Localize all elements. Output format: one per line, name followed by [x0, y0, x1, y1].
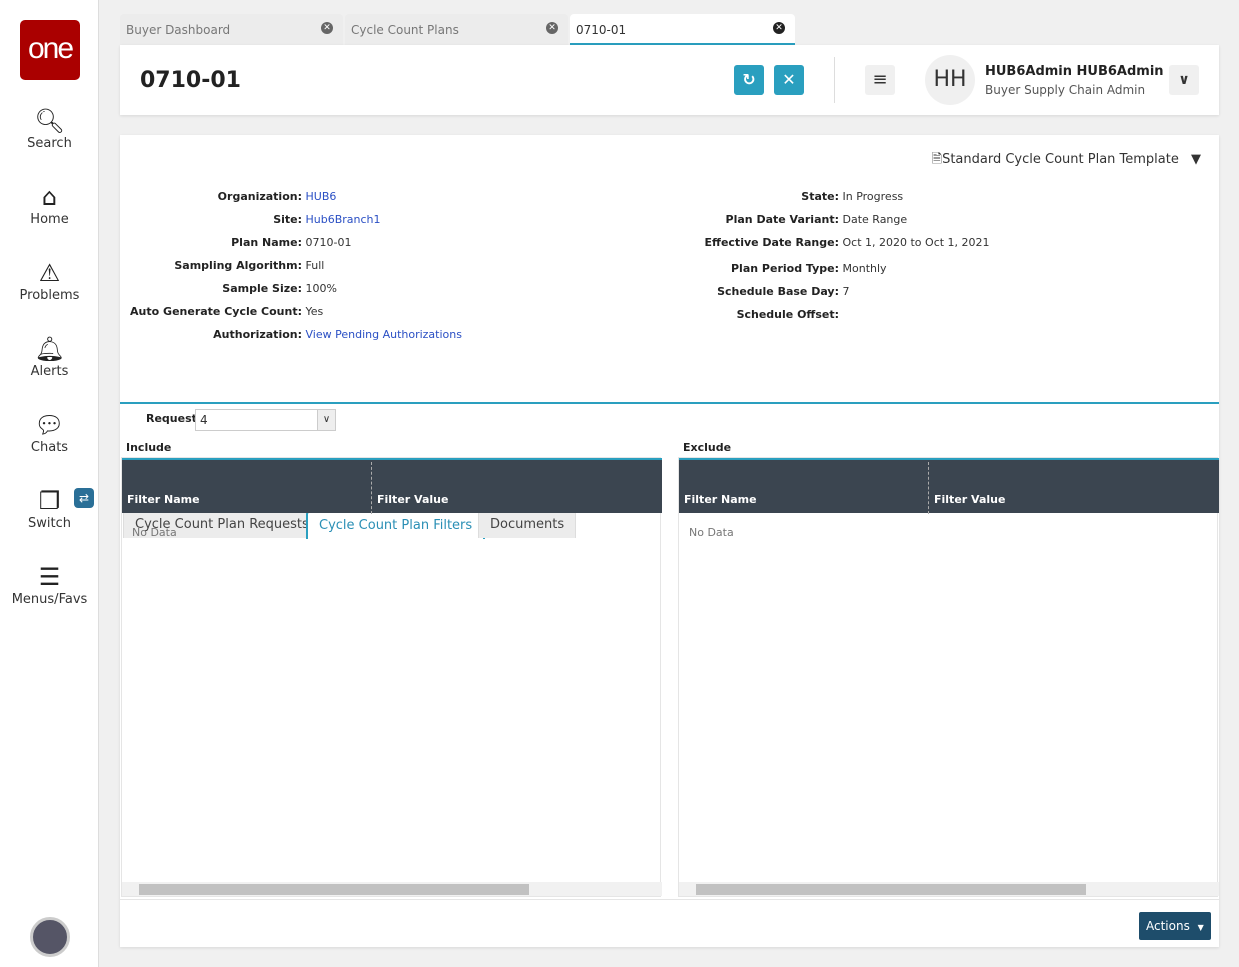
request-value: 4	[200, 413, 208, 427]
user-role: Buyer Supply Chain Admin	[985, 83, 1146, 97]
col-filter-value[interactable]: Filter Value	[377, 493, 448, 506]
col-divider	[928, 462, 929, 514]
search-icon: 🔍︎	[34, 107, 65, 135]
caret-down-icon: ▼	[1191, 152, 1201, 167]
divider	[834, 57, 835, 103]
chat-icon: 💬︎	[34, 411, 65, 439]
avatar[interactable]: HH	[925, 55, 975, 105]
menu-icon: ☰	[38, 563, 61, 591]
nav-menus-favs[interactable]: ☰ Menus/Favs	[0, 562, 99, 607]
scroll-thumb[interactable]	[696, 884, 1086, 895]
field-label: Authorization:	[213, 328, 302, 341]
nav-search[interactable]: 🔍︎ Search	[0, 106, 99, 151]
field-value[interactable]: View Pending Authorizations	[306, 328, 462, 341]
col-divider	[371, 462, 372, 514]
field-label: Plan Period Type:	[731, 262, 839, 275]
field-label: Effective Date Range:	[704, 236, 839, 249]
tab-cycle-count-plans[interactable]: Cycle Count Plans ✕	[345, 14, 568, 45]
template-selector[interactable]: 🗎︎Standard Cycle Count Plan Template ▼	[932, 150, 1201, 172]
grid-header: Filter Name Filter Value	[122, 458, 662, 514]
col-filter-value[interactable]: Filter Value	[934, 493, 1005, 506]
field-row: State: In Progress	[120, 190, 903, 203]
field-label: Plan Date Variant:	[725, 213, 839, 226]
field-row: Schedule Offset:	[120, 308, 839, 321]
scroll-thumb[interactable]	[139, 884, 529, 895]
switch-badge-icon: ⇄	[74, 488, 94, 508]
tab-label: Cycle Count Plans	[351, 23, 459, 37]
field-label: State:	[801, 190, 839, 203]
main-card: 🗎︎Standard Cycle Count Plan Template ▼ O…	[120, 135, 1219, 947]
grid-header: Filter Name Filter Value	[679, 458, 1219, 514]
user-avatar-icon[interactable]	[30, 917, 70, 957]
nav-problems[interactable]: ⚠ Problems	[0, 258, 99, 303]
page-title: 0710-01	[140, 68, 241, 93]
no-data: No Data	[689, 526, 734, 539]
exclude-title: Exclude	[683, 441, 732, 454]
nav-label: Menus/Favs	[11, 592, 88, 607]
field-row: Plan Date Variant: Date Range	[120, 213, 908, 226]
field-value: Oct 1, 2020 to Oct 1, 2021	[842, 236, 990, 249]
header-card: 0710-01 ↻ ✕ ≡ HH HUB6Admin HUB6Admin Buy…	[120, 45, 1219, 115]
field-row: Schedule Base Day: 7	[120, 285, 850, 298]
tab-label: 0710-01	[576, 23, 627, 37]
actions-label: Actions	[1146, 919, 1190, 933]
bell-icon: 🔔︎	[34, 335, 65, 363]
include-grid: Filter Name Filter Value No Data	[121, 457, 662, 897]
home-icon: ⌂	[41, 183, 58, 211]
user-name: HUB6Admin HUB6Admin	[985, 64, 1164, 79]
tab-buyer-dashboard[interactable]: Buyer Dashboard ✕	[120, 14, 343, 45]
nav-chats[interactable]: 💬︎ Chats	[0, 410, 99, 455]
field-value: 7	[842, 285, 850, 298]
field-value: In Progress	[842, 190, 904, 203]
actions-button[interactable]: Actions ▼	[1139, 912, 1211, 940]
horizontal-scrollbar[interactable]	[122, 882, 662, 896]
include-title: Include	[126, 441, 172, 454]
request-label: Request:	[146, 412, 202, 425]
field-value: Monthly	[842, 262, 887, 275]
field-row: Effective Date Range: Oct 1, 2020 to Oct…	[120, 236, 990, 249]
field-row: Plan Period Type: Monthly	[120, 262, 887, 275]
chevron-down-icon: ∨	[317, 410, 335, 430]
close-button[interactable]: ✕	[774, 65, 804, 95]
tab-0710-01[interactable]: 0710-01 ✕	[570, 14, 795, 45]
nav-home[interactable]: ⌂ Home	[0, 182, 99, 227]
sidebar: one 🔍︎ Search ⌂ Home ⚠ Problems 🔔︎ Alerts 💬︎…	[0, 0, 99, 967]
no-data: No Data	[132, 526, 177, 539]
nav-label: Problems	[19, 288, 80, 303]
document-icon: 🗎︎	[931, 152, 943, 167]
close-icon[interactable]: ✕	[546, 22, 558, 34]
template-label: Standard Cycle Count Plan Template	[942, 152, 1179, 167]
field-row: Authorization: View Pending Authorizatio…	[120, 328, 462, 341]
app-logo[interactable]: one	[20, 20, 80, 80]
nav-alerts[interactable]: 🔔︎ Alerts	[0, 334, 99, 379]
field-value: Date Range	[842, 213, 908, 226]
nav-label: Switch	[28, 516, 71, 531]
close-icon[interactable]: ✕	[773, 22, 785, 34]
horizontal-scrollbar[interactable]	[679, 882, 1219, 896]
field-label: Schedule Base Day:	[717, 285, 839, 298]
hamburger-menu-icon[interactable]: ≡	[865, 65, 895, 95]
exclude-grid: Filter Name Filter Value No Data	[678, 457, 1219, 897]
divider	[120, 899, 1219, 900]
caret-down-icon: ▼	[1197, 923, 1204, 932]
nav-label: Home	[30, 212, 69, 227]
refresh-button[interactable]: ↻	[734, 65, 764, 95]
col-filter-name[interactable]: Filter Name	[127, 493, 200, 506]
nav-label: Chats	[30, 440, 69, 455]
warning-icon: ⚠	[38, 259, 61, 287]
tab-label: Buyer Dashboard	[126, 23, 231, 37]
field-label: Schedule Offset:	[736, 308, 839, 321]
chevron-down-icon[interactable]: ∨	[1169, 65, 1199, 95]
close-icon[interactable]: ✕	[321, 22, 333, 34]
tab-underline	[120, 402, 1219, 404]
nav-label: Search	[27, 136, 72, 151]
nav-label: Alerts	[30, 364, 69, 379]
col-filter-name[interactable]: Filter Name	[684, 493, 757, 506]
request-select[interactable]: 4 ∨	[195, 409, 336, 431]
